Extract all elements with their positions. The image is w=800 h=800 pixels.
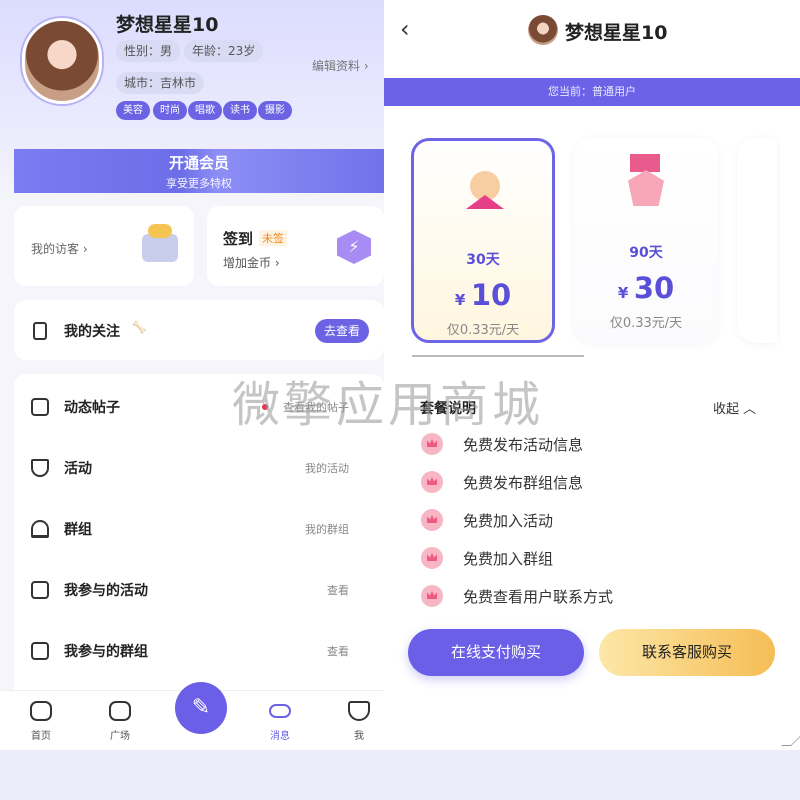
crown-icon: [421, 471, 443, 493]
visitors-label: 我的访客 ›: [31, 242, 88, 256]
signin-sub: 增加金币 ›: [223, 256, 280, 270]
chevron-right-icon: ›: [363, 59, 369, 73]
group-icon: [31, 520, 49, 538]
interest-tag: 摄影: [258, 101, 292, 120]
shield-check-icon: [31, 459, 49, 477]
edit-profile-label: 编辑资料: [312, 59, 361, 73]
benefit-item: 免费发布群组信息: [421, 471, 583, 495]
row-label: 我参与的活动: [64, 583, 148, 599]
row-label: 动态帖子: [64, 400, 120, 416]
bone-icon: 🦴: [132, 320, 147, 334]
crown-icon: [421, 585, 443, 607]
vip-title: 开通会员: [168, 154, 229, 172]
vip-banner[interactable]: 开通会员 享受更多特权: [14, 149, 384, 193]
follow-card[interactable]: 我的关注 🦴 去查看: [14, 300, 384, 360]
benefit-item: 免费加入群组: [421, 547, 553, 571]
row-label: 群组: [64, 522, 92, 538]
plan-price: ¥ 30: [617, 271, 675, 305]
post-icon: [31, 398, 49, 416]
chevron-left-icon[interactable]: ‹: [400, 15, 410, 43]
plan-per-day: 仅0.33元/天: [446, 323, 520, 338]
square-icon: [109, 701, 131, 721]
visitors-card[interactable]: 我的访客 ›: [14, 206, 194, 286]
benefit-item: 免费查看用户联系方式: [421, 585, 613, 609]
row-label: 活动: [64, 461, 92, 477]
plan-days: 90天: [629, 245, 663, 261]
follow-view-button[interactable]: 去查看: [315, 319, 369, 343]
plan-price: ¥ 10: [454, 278, 512, 312]
avatar[interactable]: [22, 18, 102, 104]
online-pay-button[interactable]: 在线支付购买: [408, 629, 584, 676]
signin-title: 签到: [223, 230, 254, 248]
crown-icon: [421, 509, 443, 531]
row-label: 我参与的群组: [64, 644, 148, 660]
nav-home[interactable]: 首页: [16, 691, 66, 742]
row-link[interactable]: 查看: [327, 643, 349, 659]
lightning-icon: ⚡: [337, 230, 371, 264]
list-icon: [33, 322, 47, 340]
image-icon: [31, 581, 49, 599]
scroll-indicator: [412, 355, 584, 357]
current-status: 您当前：普通用户: [384, 78, 800, 106]
city-tag: 城市：吉林市: [116, 72, 205, 94]
gender-tag: 性别：男: [116, 40, 181, 62]
cat-icon: [348, 701, 370, 721]
signin-card[interactable]: 签到 未签 增加金币 › ⚡: [207, 206, 384, 286]
interest-tag: 美容: [116, 101, 150, 120]
package-toggle[interactable]: 收起 ︿: [713, 398, 756, 417]
home-icon: [30, 701, 52, 721]
joined-group-icon: [31, 642, 49, 660]
plan-card-90[interactable]: 90天 ¥ 30 仅0.33元/天: [574, 138, 718, 343]
signin-badge: 未签: [259, 230, 287, 246]
row-link[interactable]: 我的群组: [305, 521, 349, 537]
chevron-up-icon: ︿: [743, 402, 757, 417]
crown-icon: [421, 433, 443, 455]
vip-subtitle: 享受更多特权: [166, 177, 232, 190]
edit-pen-icon: ✎: [191, 695, 211, 720]
crown-icon: [421, 547, 443, 569]
row-link[interactable]: 查看: [327, 582, 349, 598]
nav-square[interactable]: 广场: [95, 691, 145, 742]
medal-icon: [630, 154, 660, 172]
row-link[interactable]: 我的活动: [305, 460, 349, 476]
message-icon: [269, 704, 291, 718]
plan-days: 30天: [466, 252, 500, 268]
profile-name: 梦想星星10: [116, 14, 219, 36]
interest-tag: 时尚: [153, 101, 187, 120]
watermark: 微擎应用商城: [232, 377, 545, 433]
avatar: [528, 15, 558, 45]
follow-label: 我的关注: [64, 324, 120, 340]
publish-button[interactable]: ✎: [175, 682, 227, 734]
contact-service-button[interactable]: 联系客服购买: [599, 629, 775, 676]
dog-bowl-icon: [142, 224, 178, 262]
edit-profile-link[interactable]: 编辑资料 ›: [312, 57, 369, 74]
plan-card-partial[interactable]: [737, 138, 777, 343]
interest-tag: 唱歌: [188, 101, 222, 120]
plan-card-30[interactable]: 30天 ¥ 10 仅0.33元/天: [411, 138, 555, 343]
interest-tag: 读书: [223, 101, 257, 120]
plan-per-day: 仅0.33元/天: [609, 316, 683, 331]
nav-message[interactable]: 消息: [255, 691, 305, 742]
header-name: 梦想星星10: [565, 22, 668, 44]
age-tag: 年龄：23岁: [184, 40, 264, 62]
nav-me[interactable]: 我: [334, 691, 384, 742]
benefit-item: 免费发布活动信息: [421, 433, 583, 457]
benefit-item: 免费加入活动: [421, 509, 553, 533]
